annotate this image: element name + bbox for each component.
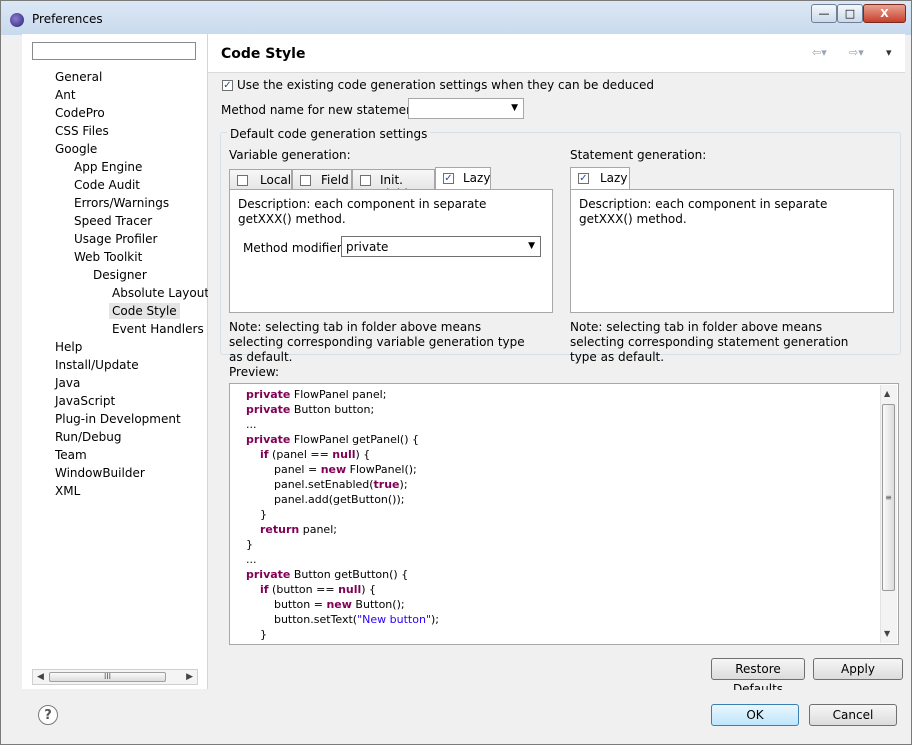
tree-item[interactable]: Team xyxy=(55,447,87,463)
tree-item[interactable]: Designer xyxy=(93,267,147,283)
variable-tab-panel: Description: each component in separate … xyxy=(229,189,553,313)
tree-item[interactable]: WindowBuilder xyxy=(55,465,145,481)
minimize-button[interactable]: — xyxy=(811,4,837,23)
tree-item[interactable]: Install/Update xyxy=(55,357,139,373)
preview-code-area[interactable]: private FlowPanel panel; private Button … xyxy=(229,383,899,645)
init-field-checkbox[interactable] xyxy=(360,175,371,186)
method-modifier-label: Method modifier: xyxy=(243,241,346,255)
apply-button[interactable]: Apply xyxy=(813,658,903,680)
scroll-up-icon[interactable]: ▲ xyxy=(884,389,890,398)
tree-item[interactable]: Usage Profiler xyxy=(74,231,157,247)
tree-item[interactable]: Plug-in Development xyxy=(55,411,181,427)
preferences-sidebar: General Ant CodePro CSS Files Google App Engi… xyxy=(22,34,209,689)
tab-statement-lazy[interactable]: ✓ Lazy xyxy=(570,167,630,189)
statement-tab-panel: Description: each component in separate … xyxy=(570,189,894,313)
method-modifier-select[interactable]: private ▼ xyxy=(341,236,541,257)
tab-lazy[interactable]: ✓ Lazy xyxy=(435,167,491,189)
method-name-label: Method name for new statements: xyxy=(221,103,429,117)
variable-description: Description: each component in separate … xyxy=(238,197,487,226)
forward-arrow-icon[interactable]: ⇨▾ xyxy=(849,46,864,59)
tree-item[interactable]: Code Audit xyxy=(74,177,140,193)
tree-item[interactable]: Code Style xyxy=(109,303,180,319)
tree-item[interactable]: App Engine xyxy=(74,159,142,175)
local-checkbox[interactable] xyxy=(237,175,248,186)
chevron-down-icon: ▼ xyxy=(511,103,518,113)
scroll-thumb[interactable]: ≡ xyxy=(882,404,895,591)
page-header: Code Style ⇦▾ ⇨▾ ▾ xyxy=(208,34,905,73)
variable-generation-label: Variable generation: xyxy=(229,148,351,162)
scroll-right-icon[interactable]: ▶ xyxy=(186,670,193,684)
tab-init-field[interactable]: Init. Field xyxy=(352,169,435,201)
method-name-select[interactable]: ▼ xyxy=(408,98,524,119)
chevron-down-icon: ▼ xyxy=(528,241,535,251)
preview-code: private FlowPanel panel; private Button … xyxy=(246,388,439,641)
title-bar: Preferences — □ X xyxy=(1,1,911,35)
statement-lazy-checkbox[interactable]: ✓ xyxy=(578,173,589,184)
ok-button[interactable]: OK xyxy=(711,704,799,726)
page-title: Code Style xyxy=(221,46,306,62)
statement-generation-label: Statement generation: xyxy=(570,148,707,162)
eclipse-icon xyxy=(10,13,24,27)
lazy-checkbox[interactable]: ✓ xyxy=(443,173,454,184)
tree-item[interactable]: CodePro xyxy=(55,105,105,121)
back-arrow-icon[interactable]: ⇦▾ xyxy=(812,46,827,59)
statement-description: Description: each component in separate … xyxy=(579,197,828,226)
maximize-button[interactable]: □ xyxy=(837,4,863,23)
restore-defaults-button[interactable]: Restore Defaults xyxy=(711,658,805,696)
tree-item[interactable]: Google xyxy=(55,141,97,157)
default-settings-label: Default code generation settings xyxy=(227,127,431,141)
tree-item[interactable]: Java xyxy=(55,375,80,391)
variable-note: Note: selecting tab in folder above mean… xyxy=(229,320,525,364)
tree-item[interactable]: Run/Debug xyxy=(55,429,122,445)
tree-item[interactable]: Web Toolkit xyxy=(74,249,142,265)
tree-item[interactable]: Ant xyxy=(55,87,76,103)
field-checkbox[interactable] xyxy=(300,175,311,186)
tree-item[interactable]: Speed Tracer xyxy=(74,213,152,229)
dialog-footer: ? OK Cancel xyxy=(21,690,905,744)
tree-item[interactable]: XML xyxy=(55,483,80,499)
scroll-left-icon[interactable]: ◀ xyxy=(37,670,44,684)
use-existing-label: Use the existing code generation setting… xyxy=(237,78,655,92)
tree-item[interactable]: JavaScript xyxy=(55,393,115,409)
scroll-thumb[interactable]: III xyxy=(49,672,166,682)
scroll-down-icon[interactable]: ▼ xyxy=(884,629,890,638)
tree-item[interactable]: General xyxy=(55,69,102,85)
statement-note: Note: selecting tab in folder above mean… xyxy=(570,320,849,364)
tree-item[interactable]: Help xyxy=(55,339,82,355)
tree-item[interactable]: CSS Files xyxy=(55,123,109,139)
cancel-button[interactable]: Cancel xyxy=(809,704,897,726)
tree-item[interactable]: Errors/Warnings xyxy=(74,195,169,211)
window-title: Preferences xyxy=(32,12,103,26)
preview-label: Preview: xyxy=(229,365,280,379)
help-icon[interactable]: ? xyxy=(38,705,58,725)
sidebar-horizontal-scrollbar[interactable]: ◀ III ▶ xyxy=(32,669,198,685)
tab-local[interactable]: Local xyxy=(229,169,292,189)
main-panel: Code Style ⇦▾ ⇨▾ ▾ ✓ Use the existing co… xyxy=(208,34,905,696)
tree-item[interactable]: Absolute Layout xyxy=(112,285,209,301)
close-button[interactable]: X xyxy=(863,4,906,23)
preview-vertical-scrollbar[interactable]: ▲ ≡ ▼ xyxy=(880,385,897,643)
tree-item[interactable]: Event Handlers xyxy=(112,321,204,337)
use-existing-checkbox[interactable]: ✓ xyxy=(222,80,233,91)
filter-input[interactable] xyxy=(32,42,196,60)
tab-field[interactable]: Field xyxy=(292,169,352,189)
view-menu-icon[interactable]: ▾ xyxy=(886,46,892,59)
